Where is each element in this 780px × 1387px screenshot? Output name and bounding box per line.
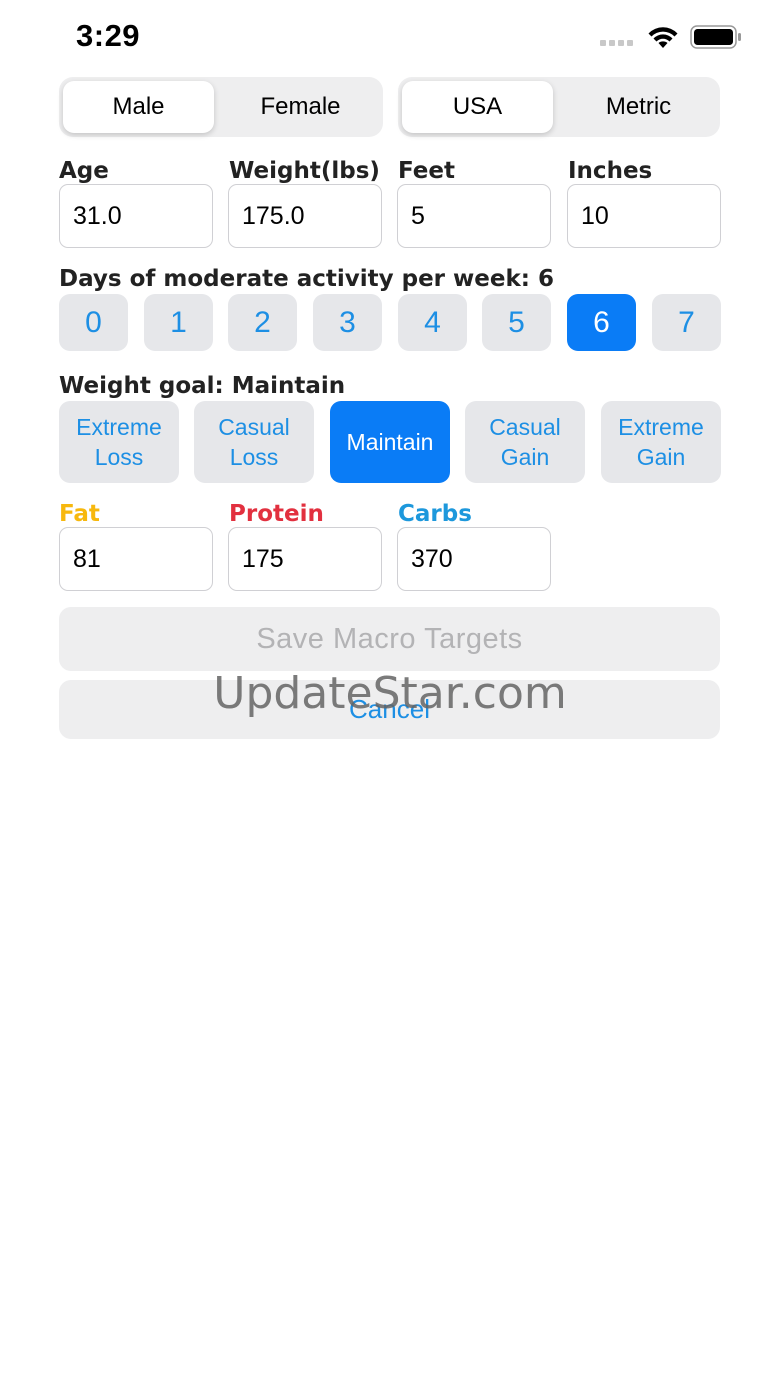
age-field[interactable]: 31.0	[59, 184, 213, 248]
status-bar: 3:29	[0, 0, 780, 74]
fat-field[interactable]: 81	[59, 527, 213, 591]
goal-casual-gain-button[interactable]: Casual Gain	[465, 401, 585, 483]
feet-field[interactable]: 5	[397, 184, 551, 248]
battery-icon	[690, 25, 741, 49]
segment-usa[interactable]: USA	[402, 81, 553, 133]
carbs-field[interactable]: 370	[397, 527, 551, 591]
day-button-6[interactable]: 6	[567, 294, 636, 351]
save-macro-targets-button[interactable]: Save Macro Targets	[59, 607, 720, 671]
goal-extreme-loss-button[interactable]: Extreme Loss	[59, 401, 179, 483]
day-button-7[interactable]: 7	[652, 294, 721, 351]
inches-field[interactable]: 10	[567, 184, 721, 248]
wifi-icon	[648, 27, 678, 48]
carbs-label: Carbs	[398, 501, 472, 527]
day-button-0[interactable]: 0	[59, 294, 128, 351]
protein-label: Protein	[229, 501, 324, 527]
status-time: 3:29	[76, 18, 141, 53]
goal-maintain-button[interactable]: Maintain	[330, 401, 450, 483]
weight-field[interactable]: 175.0	[228, 184, 382, 248]
goal-casual-loss-button[interactable]: Casual Loss	[194, 401, 314, 483]
protein-field[interactable]: 175	[228, 527, 382, 591]
inches-label: Inches	[568, 158, 653, 184]
sex-segmented-control: Male Female	[59, 77, 383, 137]
day-button-1[interactable]: 1	[144, 294, 213, 351]
goal-extreme-gain-button[interactable]: Extreme Gain	[601, 401, 721, 483]
day-button-4[interactable]: 4	[398, 294, 467, 351]
unit-segmented-control: USA Metric	[398, 77, 720, 137]
feet-label: Feet	[398, 158, 455, 184]
day-button-5[interactable]: 5	[482, 294, 551, 351]
fat-label: Fat	[59, 501, 100, 527]
segment-female[interactable]: Female	[222, 81, 379, 133]
activity-label: Days of moderate activity per week: 6	[59, 266, 554, 292]
weight-label: Weight(lbs)	[229, 158, 380, 184]
segment-male[interactable]: Male	[63, 81, 214, 133]
age-label: Age	[59, 158, 109, 184]
day-button-2[interactable]: 2	[228, 294, 297, 351]
cancel-button[interactable]: Cancel	[59, 680, 720, 739]
segment-metric[interactable]: Metric	[561, 81, 716, 133]
goal-label: Weight goal: Maintain	[59, 373, 346, 399]
day-button-3[interactable]: 3	[313, 294, 382, 351]
cellular-signal-icon	[600, 40, 636, 47]
